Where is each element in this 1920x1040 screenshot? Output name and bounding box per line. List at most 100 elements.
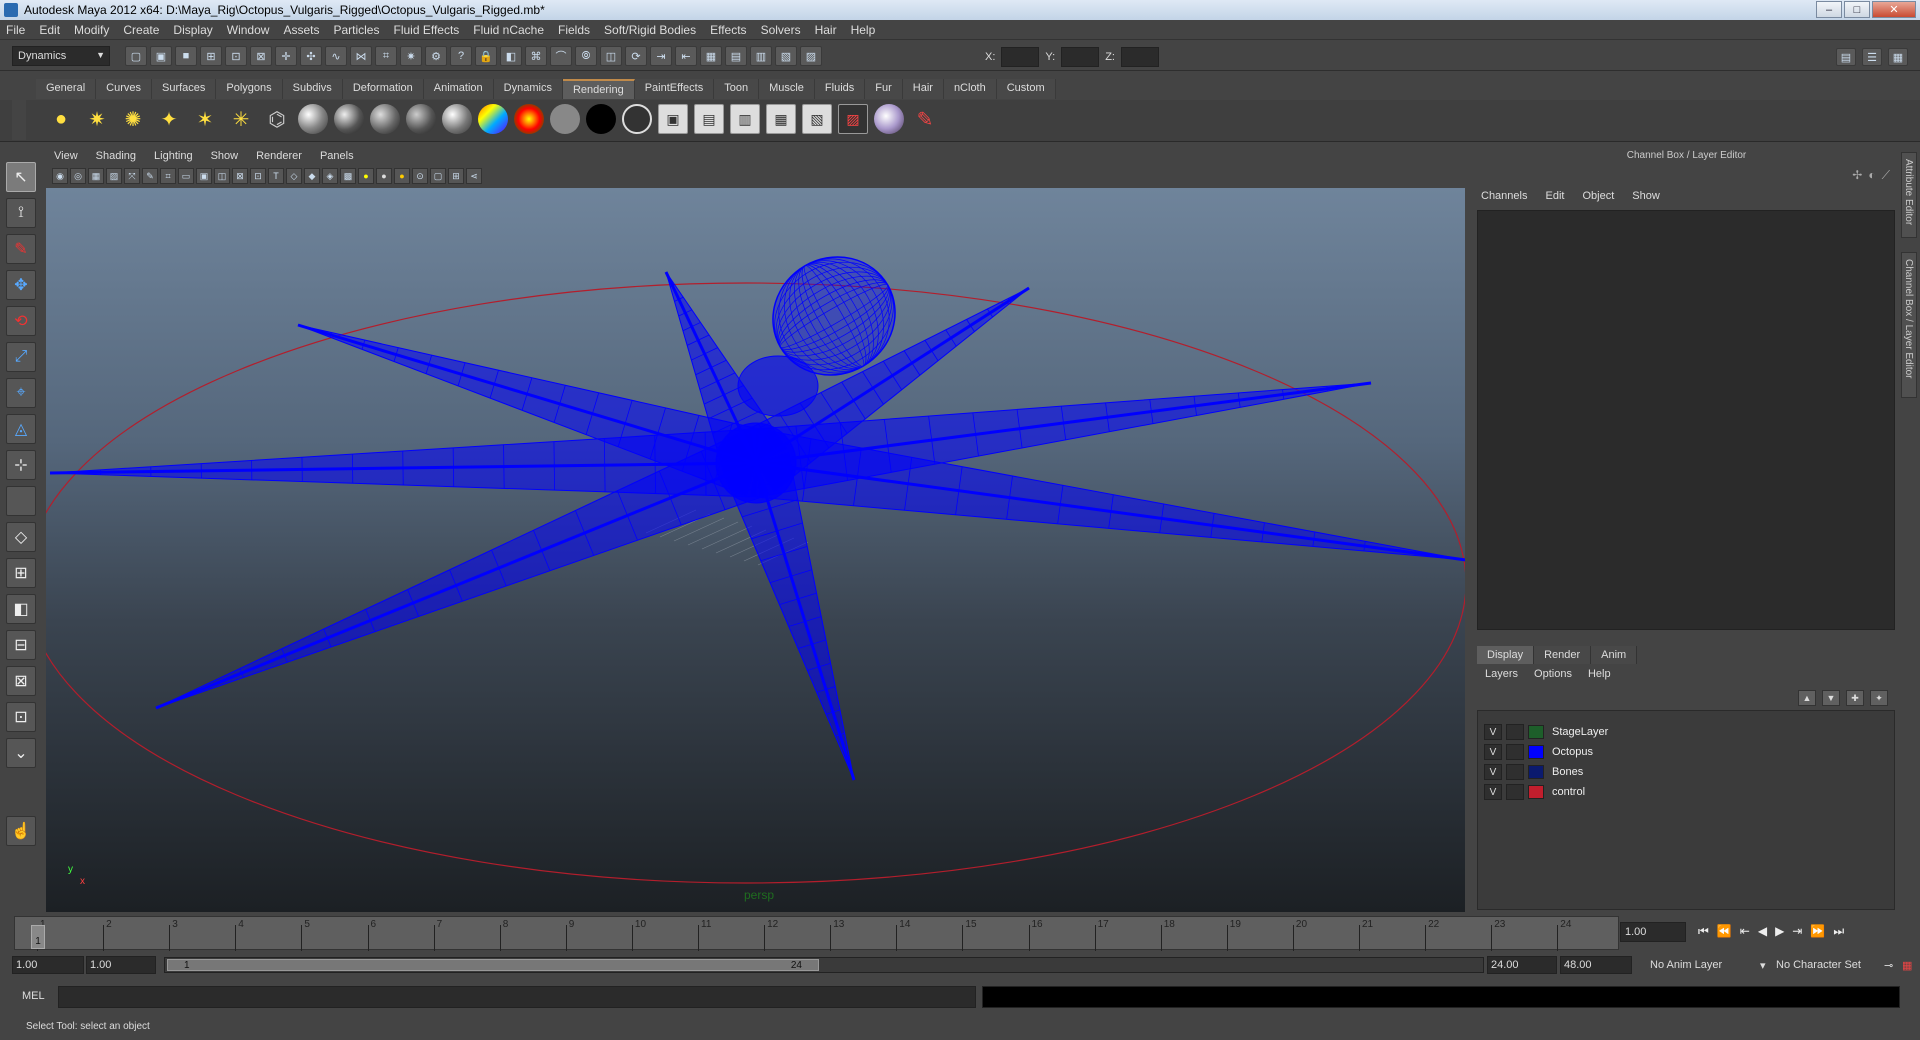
select-deformations-icon[interactable]: ⌗ xyxy=(375,46,397,66)
use-default-lighting-icon[interactable]: ● xyxy=(358,168,374,184)
key-icon[interactable]: ⊸ xyxy=(1884,959,1893,972)
animation-end-field[interactable]: 48.00 xyxy=(1560,956,1632,974)
snap-point-icon[interactable]: ⦾ xyxy=(575,46,597,66)
render-view-icon[interactable]: ▤ xyxy=(725,46,747,66)
layer-row[interactable]: V Octopus xyxy=(1484,743,1593,761)
last-tool-icon[interactable] xyxy=(6,486,36,516)
menu-hair[interactable]: Hair xyxy=(815,23,837,37)
quick-help-icon[interactable]: ☝ xyxy=(6,816,36,846)
step-forward-key-icon[interactable]: ⇥ xyxy=(1792,924,1802,939)
time-slider[interactable]: 1234567891011121314151617181920212223241 xyxy=(14,916,1619,951)
persp-graph-hypergraph-layout-icon[interactable]: ⊡ xyxy=(6,702,36,732)
viewport-menu-lighting[interactable]: Lighting xyxy=(154,150,193,166)
select-camera-icon[interactable]: ◉ xyxy=(52,168,68,184)
help-icon[interactable]: ? xyxy=(450,46,472,66)
layer-display-type-toggle[interactable] xyxy=(1506,724,1524,740)
shelf-tab-dynamics[interactable]: Dynamics xyxy=(493,79,563,99)
scale-tool-icon[interactable]: ⤢ xyxy=(6,342,36,372)
soft-modification-tool-icon[interactable]: ◬ xyxy=(6,414,36,444)
open-scene-icon[interactable]: ▣ xyxy=(150,46,172,66)
blinn-icon[interactable] xyxy=(334,104,364,134)
layer-display-type-toggle[interactable] xyxy=(1506,784,1524,800)
go-to-end-icon[interactable]: ⏭ xyxy=(1833,924,1844,939)
shelf-tab-toon[interactable]: Toon xyxy=(714,79,760,99)
viewport-menu-panels[interactable]: Panels xyxy=(320,150,354,166)
output-ops-icon[interactable]: ⇤ xyxy=(675,46,697,66)
render-current-frame-icon[interactable]: ▣ xyxy=(658,104,688,134)
layer-row[interactable]: V StageLayer xyxy=(1484,723,1608,741)
shelf-handle[interactable] xyxy=(12,80,26,140)
select-curves-icon[interactable]: ∿ xyxy=(325,46,347,66)
phong-e-icon[interactable] xyxy=(406,104,436,134)
viewport-menu-view[interactable]: View xyxy=(54,150,78,166)
move-layer-down-icon[interactable]: ▼ xyxy=(1822,690,1840,706)
grease-pencil-icon[interactable]: ✎ xyxy=(142,168,158,184)
xray-joints-icon[interactable]: ⊞ xyxy=(448,168,464,184)
textured-icon[interactable]: ▩ xyxy=(340,168,356,184)
step-back-key-icon[interactable]: ⇤ xyxy=(1740,924,1750,939)
shelf-tab-fluids[interactable]: Fluids xyxy=(814,79,866,99)
layer-tab-display[interactable]: Display xyxy=(1477,646,1535,664)
ambient-light-icon[interactable]: ● xyxy=(46,104,76,134)
go-to-start-icon[interactable]: ⏮ xyxy=(1698,924,1709,939)
new-layer-icon[interactable]: ✚ xyxy=(1846,690,1864,706)
octopus-wireframe[interactable] xyxy=(46,188,1465,912)
point-light-icon[interactable]: ✺ xyxy=(118,104,148,134)
viewport-menu-renderer[interactable]: Renderer xyxy=(256,150,302,166)
layer-color-swatch[interactable] xyxy=(1528,785,1544,799)
shelf-tab-ncloth[interactable]: nCloth xyxy=(943,79,997,99)
layer-menu-layers[interactable]: Layers xyxy=(1485,668,1518,680)
hypershade-icon[interactable]: ▦ xyxy=(766,104,796,134)
shelf-tab-general[interactable]: General xyxy=(36,79,97,99)
shelf-tab-curves[interactable]: Curves xyxy=(96,79,152,99)
use-all-lights-icon[interactable]: ● xyxy=(376,168,392,184)
hyperbolic-icon[interactable]: ⟋ xyxy=(1882,168,1890,183)
menu-particles[interactable]: Particles xyxy=(333,23,379,37)
shelf-tab-animation[interactable]: Animation xyxy=(423,79,494,99)
tool-settings-toggle-icon[interactable]: ☰ xyxy=(1862,48,1882,66)
channel-box-toggle-icon[interactable]: ▦ xyxy=(1888,48,1908,66)
make-live-icon[interactable]: ⟳ xyxy=(625,46,647,66)
more-layouts-icon[interactable]: ⌄ xyxy=(6,738,36,768)
menu-fields[interactable]: Fields xyxy=(558,23,590,37)
channel-box-menu-show[interactable]: Show xyxy=(1632,190,1660,202)
surface-shader-icon[interactable] xyxy=(550,104,580,134)
select-joints-icon[interactable]: ✣ xyxy=(300,46,322,66)
backface-culling-icon[interactable]: ⋖ xyxy=(466,168,482,184)
layer-row[interactable]: V Bones xyxy=(1484,763,1583,781)
two-d-pan-zoom-icon[interactable]: ⤧ xyxy=(124,168,140,184)
playback-start-field[interactable]: 1.00 xyxy=(86,956,156,974)
shelf-tab-surfaces[interactable]: Surfaces xyxy=(151,79,217,99)
menu-soft-rigid-bodies[interactable]: Soft/Rigid Bodies xyxy=(604,23,696,37)
select-hierarchy-icon[interactable]: ⊞ xyxy=(200,46,222,66)
snap-grid-icon[interactable]: ⌘ xyxy=(525,46,547,66)
shelf-tab-muscle[interactable]: Muscle xyxy=(759,79,815,99)
single-perspective-layout-icon[interactable]: ◇ xyxy=(6,522,36,552)
step-forward-frame-icon[interactable]: ⏩ xyxy=(1810,924,1825,939)
rotate-tool-icon[interactable]: ⟲ xyxy=(6,306,36,336)
camera-icon[interactable]: ⌬ xyxy=(262,104,292,134)
manipulator-tool-icon[interactable]: ⌖ xyxy=(6,378,36,408)
mel-label[interactable]: MEL xyxy=(22,990,45,1002)
render-settings-shelf-icon[interactable]: ▥ xyxy=(730,104,760,134)
image-plane-icon[interactable]: ▨ xyxy=(106,168,122,184)
bookmarks-icon[interactable]: ▦ xyxy=(88,168,104,184)
y-field[interactable] xyxy=(1061,47,1100,67)
spot-light-icon[interactable]: ✦ xyxy=(154,104,184,134)
select-tool-icon[interactable]: ↖ xyxy=(6,162,36,192)
layer-tab-anim[interactable]: Anim xyxy=(1591,646,1638,664)
shadows-icon[interactable]: ● xyxy=(394,168,410,184)
menu-help[interactable]: Help xyxy=(851,23,876,37)
minimize-button[interactable]: – xyxy=(1816,1,1842,18)
persp-outliner-layout-icon[interactable]: ◧ xyxy=(6,594,36,624)
x-field[interactable] xyxy=(1001,47,1040,67)
select-object-icon[interactable]: ⊡ xyxy=(225,46,247,66)
select-surfaces-icon[interactable]: ⋈ xyxy=(350,46,372,66)
range-slider[interactable]: 1 24 xyxy=(164,957,1484,973)
anim-layer-chevron-icon[interactable]: ▾ xyxy=(1760,959,1766,972)
select-rendering-icon[interactable]: ⚙ xyxy=(425,46,447,66)
play-forwards-icon[interactable]: ▶ xyxy=(1775,924,1784,939)
lambert-icon[interactable] xyxy=(298,104,328,134)
render-current-icon[interactable]: ▥ xyxy=(750,46,772,66)
persp-graph-layout-icon[interactable]: ⊟ xyxy=(6,630,36,660)
